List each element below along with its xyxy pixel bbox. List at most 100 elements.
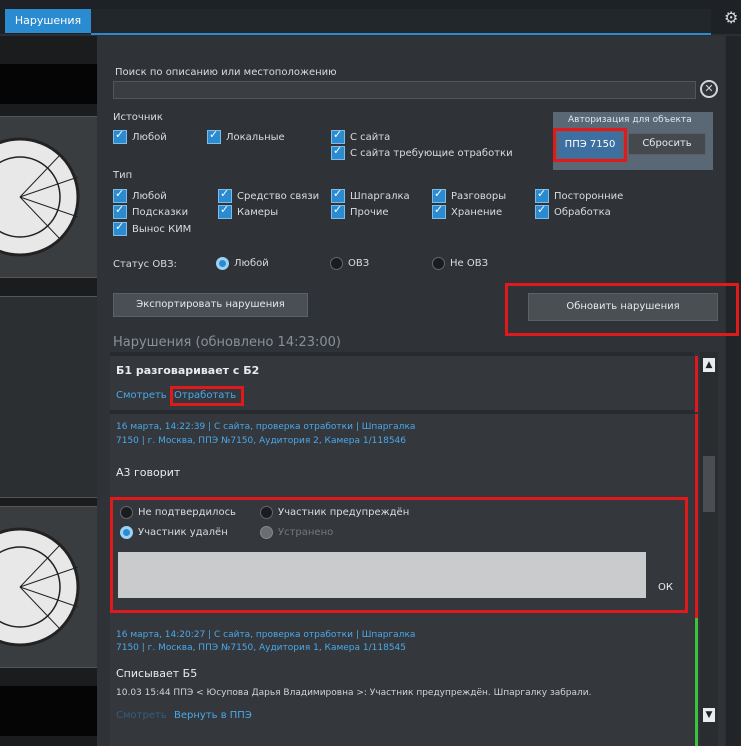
- sources-label: Источник: [113, 112, 163, 123]
- panel-scrollbar[interactable]: [726, 36, 741, 746]
- type-other-checkbox[interactable]: Прочие: [331, 203, 389, 219]
- export-violations-button[interactable]: Экспортировать нарушения: [113, 293, 308, 317]
- gear-icon[interactable]: ⚙: [724, 10, 740, 26]
- violation-location: 7150 | г. Москва, ППЭ №7150, Аудитория 1…: [116, 643, 406, 653]
- video-dark-area: [0, 686, 97, 736]
- video-frame-middle: [0, 296, 97, 498]
- source-site-checkbox[interactable]: С сайта: [331, 128, 391, 144]
- type-talking-checkbox[interactable]: Разговоры: [432, 187, 506, 203]
- resolution-comment-input[interactable]: [118, 552, 646, 598]
- scroll-up-icon[interactable]: ▲: [703, 358, 715, 372]
- source-local-checkbox[interactable]: Локальные: [207, 128, 285, 144]
- radio-icon: [120, 506, 133, 519]
- type-outsiders-checkbox[interactable]: Посторонние: [535, 187, 624, 203]
- radio-label: Участник удалён: [138, 527, 228, 538]
- checkbox-label: Хранение: [451, 206, 503, 218]
- checkbox-label: Обработка: [554, 206, 611, 218]
- status-ovz-radio[interactable]: ОВЗ: [330, 257, 369, 270]
- list-scrollbar[interactable]: [700, 352, 718, 746]
- reset-auth-button[interactable]: Сбросить: [628, 133, 706, 155]
- radio-label: Любой: [234, 258, 269, 269]
- types-label: Тип: [113, 170, 133, 181]
- violation-meta: 16 марта, 14:22:39 | С сайта, проверка о…: [116, 422, 416, 432]
- checkbox-checked-icon: [432, 187, 446, 203]
- type-any-checkbox[interactable]: Любой: [113, 187, 167, 203]
- source-site-needs-processing-checkbox[interactable]: С сайта требующие отработки: [331, 144, 513, 160]
- checkbox-checked-icon: [207, 128, 221, 144]
- checkbox-checked-icon: [331, 144, 345, 160]
- scroll-down-icon[interactable]: ▼: [703, 708, 715, 722]
- tab-violations[interactable]: Нарушения: [5, 9, 91, 33]
- not-confirmed-radio[interactable]: Не подтвердилось: [120, 506, 236, 519]
- checkbox-label: Посторонние: [554, 190, 624, 202]
- video-test-pattern-top: [0, 116, 97, 278]
- type-cameras-checkbox[interactable]: Камеры: [218, 203, 279, 219]
- radio-label: Участник предупреждён: [278, 507, 410, 518]
- type-cheatsheet-checkbox[interactable]: Шпаргалка: [331, 187, 410, 203]
- radio-icon: [330, 257, 343, 270]
- participant-removed-radio[interactable]: Участник удалён: [120, 526, 228, 539]
- list-item: 16 марта, 14:22:39 | С сайта, проверка о…: [110, 414, 694, 624]
- heading-text: Нарушения: [113, 335, 192, 350]
- checkbox-label: Шпаргалка: [350, 190, 410, 202]
- radio-icon: [432, 257, 445, 270]
- radio-disabled-icon: [260, 526, 273, 539]
- object-id-badge[interactable]: ППЭ 7150: [559, 132, 621, 158]
- checkbox-label: Любой: [132, 131, 167, 143]
- checkbox-checked-icon: [218, 187, 232, 203]
- type-processing-checkbox[interactable]: Обработка: [535, 203, 611, 219]
- refresh-violations-button[interactable]: Обновить нарушения: [528, 293, 718, 321]
- video-dark-area: [0, 64, 97, 104]
- search-input[interactable]: [113, 81, 696, 99]
- violation-title: Списывает Б5: [116, 667, 198, 680]
- checkbox-label: Камеры: [237, 206, 279, 218]
- updated-time: (обновлено 14:23:00): [195, 335, 342, 350]
- watch-link[interactable]: Смотреть: [116, 390, 167, 401]
- checkbox-label: С сайта: [350, 131, 391, 143]
- violation-title: А3 говорит: [116, 466, 181, 479]
- violations-heading: Нарушения (обновлено 14:23:00): [113, 335, 341, 350]
- participant-warned-radio[interactable]: Участник предупреждён: [260, 506, 409, 519]
- scroll-thumb[interactable]: [703, 456, 715, 512]
- violation-location: 7150 | г. Москва, ППЭ №7150, Аудитория 2…: [116, 436, 406, 446]
- item-status-marker: [695, 356, 698, 412]
- checkbox-checked-icon: [331, 203, 345, 219]
- checkbox-label: Прочие: [350, 206, 389, 218]
- resolved-radio[interactable]: Устранено: [260, 526, 333, 539]
- source-any-checkbox[interactable]: Любой: [113, 128, 167, 144]
- checkbox-checked-icon: [218, 203, 232, 219]
- checkbox-checked-icon: [535, 203, 549, 219]
- type-kim-removal-checkbox[interactable]: Вынос КИМ: [113, 220, 192, 236]
- checkbox-label: Средство связи: [237, 190, 320, 202]
- checkbox-checked-icon: [535, 187, 549, 203]
- radio-icon: [260, 506, 273, 519]
- search-label: Поиск по описанию или местоположению: [115, 67, 337, 78]
- ok-button[interactable]: ОК: [658, 582, 673, 593]
- checkbox-label: Подсказки: [132, 206, 189, 218]
- violation-meta: 16 марта, 14:20:27 | С сайта, проверка о…: [116, 630, 416, 640]
- watch-link[interactable]: Смотреть: [116, 710, 167, 721]
- violation-title: Б1 разговаривает с Б2: [116, 364, 260, 377]
- list-item: 16 марта, 14:20:27 | С сайта, проверка о…: [110, 624, 694, 746]
- video-preview-panel: [0, 36, 97, 746]
- type-comm-device-checkbox[interactable]: Средство связи: [218, 187, 320, 203]
- checkbox-checked-icon: [113, 220, 127, 236]
- checkbox-checked-icon: [113, 203, 127, 219]
- item-status-marker: [695, 618, 698, 746]
- return-to-ppe-link[interactable]: Вернуть в ППЭ: [174, 710, 252, 721]
- auth-title: Авторизация для объекта: [568, 115, 692, 125]
- violation-note: 10.03 15:44 ППЭ < Юсупова Дарья Владимир…: [116, 688, 592, 698]
- status-any-radio[interactable]: Любой: [216, 257, 269, 270]
- checkbox-checked-icon: [331, 128, 345, 144]
- type-storage-checkbox[interactable]: Хранение: [432, 203, 503, 219]
- checkbox-checked-icon: [432, 203, 446, 219]
- radio-label: Устранено: [278, 527, 334, 538]
- status-not-ovz-radio[interactable]: Не ОВЗ: [432, 257, 488, 270]
- tab-strip: [91, 9, 711, 35]
- checkbox-label: Вынос КИМ: [132, 223, 192, 235]
- checkbox-label: Любой: [132, 190, 167, 202]
- type-hints-checkbox[interactable]: Подсказки: [113, 203, 189, 219]
- process-link[interactable]: Отработать: [174, 390, 236, 401]
- clear-search-icon[interactable]: ✕: [700, 80, 718, 98]
- test-pattern-circle-icon: [0, 527, 80, 647]
